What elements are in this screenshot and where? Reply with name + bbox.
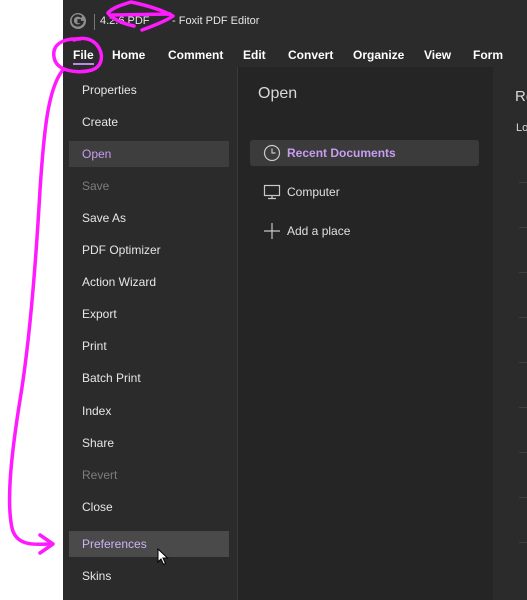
menu-item-close[interactable]: Close [69,494,229,520]
list-divider [519,272,527,273]
list-divider [519,542,527,543]
mouse-pointer-icon [157,548,169,566]
add-a-place-item[interactable]: Add a place [250,218,479,244]
plus-icon [264,223,280,239]
recent-documents-label: Recent Documents [287,146,396,160]
menu-file[interactable]: File [73,48,94,65]
list-divider [519,407,527,408]
menu-item-export[interactable]: Export [69,301,229,327]
title-bar: 4.2.6 PDF - Foxit PDF Editor [63,0,527,44]
clock-icon [263,144,281,162]
recent-documents-panel: Re Lo [494,67,527,600]
menu-item-share[interactable]: Share [69,430,229,456]
curved-arrow-annotation [7,69,64,547]
menu-bar: File Home Comment Edit Convert Organize … [63,44,527,67]
computer-item[interactable]: Computer [250,179,479,205]
menu-convert[interactable]: Convert [288,48,333,62]
menu-item-batch-print[interactable]: Batch Print [69,365,229,391]
menu-item-save[interactable]: Save [69,173,229,199]
menu-item-revert[interactable]: Revert [69,462,229,488]
arrowhead-annotation [38,533,55,555]
computer-label: Computer [287,185,340,199]
list-divider [519,182,527,183]
title-separator [94,14,95,30]
recent-panel-title: Re [515,88,527,105]
menu-organize[interactable]: Organize [353,48,404,62]
menu-edit[interactable]: Edit [243,48,266,62]
menu-item-index[interactable]: Index [69,398,229,424]
menu-comment[interactable]: Comment [168,48,223,62]
open-panel: Open Recent Documents Computer Add a pla… [238,67,493,600]
window-title-filename: 4.2.6 PDF [100,15,150,27]
menu-item-pdf-optimizer[interactable]: PDF Optimizer [69,237,229,263]
window-title: - Foxit PDF Editor [172,15,260,27]
list-divider [519,497,527,498]
open-panel-title: Open [258,85,298,102]
menu-item-skins[interactable]: Skins [69,563,229,589]
foxit-window: 4.2.6 PDF - Foxit PDF Editor File Home C… [63,0,527,600]
menu-item-action-wizard[interactable]: Action Wizard [69,269,229,295]
file-backstage-menu: Properties Create Open Save Save As PDF … [63,67,238,600]
monitor-icon [263,184,281,200]
recent-panel-subtitle: Lo [516,122,527,134]
recent-documents-item[interactable]: Recent Documents [250,140,479,166]
menu-item-print[interactable]: Print [69,333,229,359]
menu-item-preferences[interactable]: Preferences [69,531,229,557]
list-divider [519,227,527,228]
menu-home[interactable]: Home [112,48,145,62]
list-divider [519,452,527,453]
menu-form[interactable]: Form [473,48,503,62]
menu-item-properties[interactable]: Properties [69,77,229,103]
menu-item-save-as[interactable]: Save As [69,205,229,231]
menu-view[interactable]: View [424,48,451,62]
list-divider [519,362,527,363]
menu-item-open[interactable]: Open [69,141,229,167]
add-a-place-label: Add a place [287,224,351,238]
menu-item-create[interactable]: Create [69,109,229,135]
foxit-logo-icon [70,13,86,29]
list-divider [519,317,527,318]
